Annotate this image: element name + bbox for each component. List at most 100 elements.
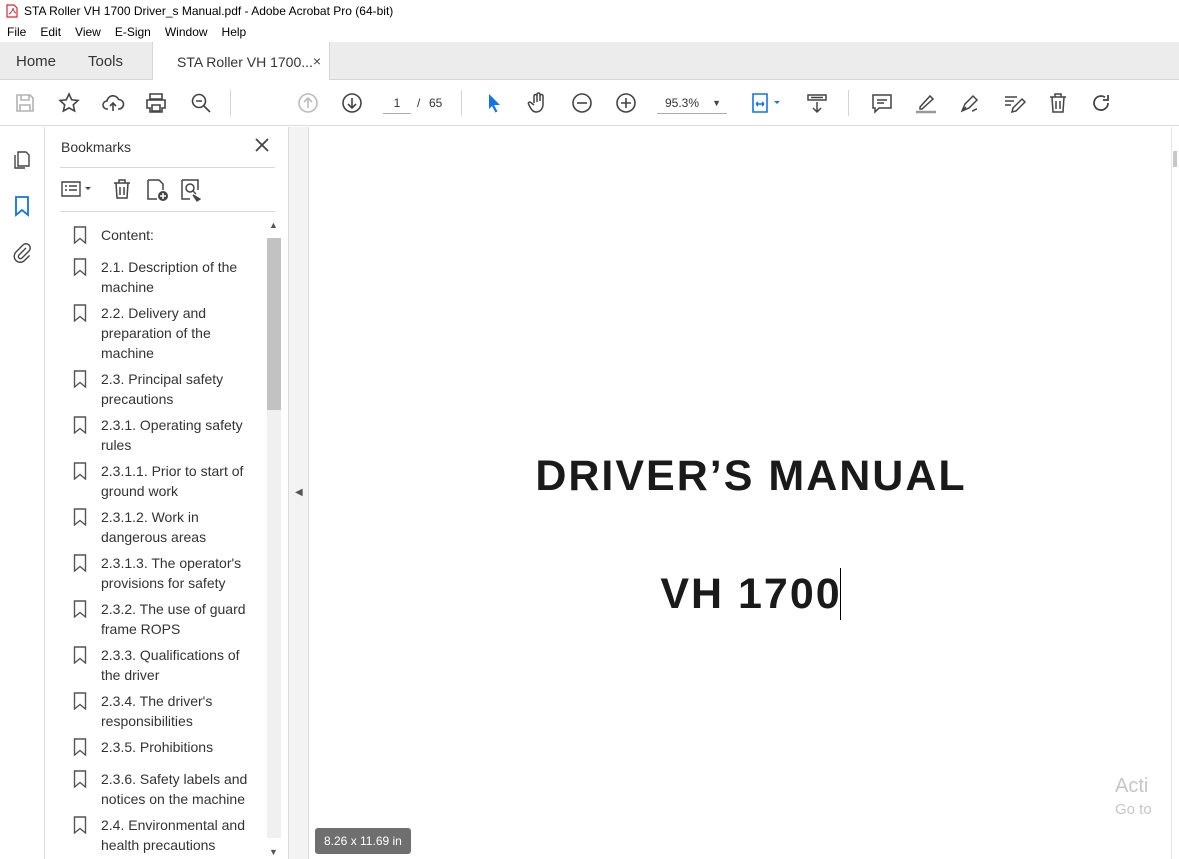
bookmark-item[interactable]: 2.3.6. Safety labels and notices on the … [73,769,263,809]
bookmark-icon [73,692,87,710]
bookmark-item[interactable]: 2.3. Principal safety precautions [73,369,263,409]
scroll-mode-icon[interactable] [805,91,829,115]
zoom-select[interactable]: 95.3% ▼ [657,92,727,114]
page-thumbnails-icon[interactable] [11,149,33,171]
toolbar-separator [461,90,462,116]
bookmark-item[interactable]: 2.3.3. Qualifications of the driver [73,645,263,685]
bookmark-panel-icon[interactable] [11,195,33,217]
edit-text-icon[interactable] [1002,91,1026,115]
zoom-search-icon[interactable] [189,91,213,115]
left-rail [0,127,45,859]
menu-edit[interactable]: Edit [40,25,61,39]
select-cursor-icon[interactable] [482,91,506,115]
zoom-in-icon[interactable] [614,91,638,115]
tab-document-label: STA Roller VH 1700... [177,54,313,70]
menu-help[interactable]: Help [222,25,247,39]
bookmark-icon [73,508,87,526]
bookmark-label: 2.3. Principal safety precautions [101,371,224,407]
page-total: 65 [429,96,443,110]
hand-tool-icon[interactable] [526,91,550,115]
trash-icon[interactable] [1046,91,1070,115]
bookmark-item[interactable]: 2.3.1.2. Work in dangerous areas [73,507,263,547]
document-title: DRIVER’S MANUAL [535,452,967,500]
close-panel-icon[interactable] [253,136,271,154]
menu-esign[interactable]: E-Sign [115,25,151,39]
bookmark-label: 2.3.1.3. The operator's provisions for s… [101,555,242,591]
bookmark-label: 2.3.1.1. Prior to start of ground work [101,463,244,499]
scroll-down-icon[interactable]: ▼ [269,847,278,857]
pdf-file-icon [6,4,18,18]
panel-collapse-handle[interactable]: ◀ [289,127,309,859]
bookmark-icon [73,226,87,244]
bookmarks-title: Bookmarks [61,139,132,155]
upload-cloud-icon[interactable] [101,91,125,115]
bookmark-label: 2.3.2. The use of guard frame ROPS [101,601,246,637]
bookmark-icon [73,304,87,322]
menu-view[interactable]: View [75,25,101,39]
page-fit-icon[interactable] [750,91,784,115]
bookmark-label: 2.3.4. The driver's responsibilities [101,693,213,729]
document-view[interactable]: DRIVER’S MANUAL VH 1700 8.26 x 11.69 in … [309,127,1179,859]
star-icon[interactable] [57,91,81,115]
zoom-value: 95.3% [665,96,700,110]
bookmark-item[interactable]: 2.4. Environmental and health precaution… [73,815,263,855]
menu-file[interactable]: File [7,25,26,39]
watermark-text: Go to [1115,801,1152,818]
bookmarks-panel: Bookmarks Content: 2.1. Description of t… [45,127,289,859]
bookmark-icon [73,816,87,834]
document-scrollbar[interactable] [1171,127,1177,859]
tab-tools[interactable]: Tools [88,53,123,70]
bookmark-label: 2.3.5. Prohibitions [101,739,214,755]
bookmark-icon [73,554,87,572]
find-bookmark-icon[interactable] [178,177,204,203]
bookmark-icon [73,462,87,480]
draw-pen-icon[interactable] [958,91,982,115]
redo-icon[interactable] [1090,91,1114,115]
bookmark-item[interactable]: 2.1. Description of the machine [73,257,263,297]
bookmark-item[interactable]: Content: [73,225,263,245]
collapse-arrow-icon: ◀ [295,487,303,498]
delete-bookmark-icon[interactable] [110,177,134,201]
previous-page-icon[interactable] [296,91,320,115]
zoom-out-icon[interactable] [570,91,594,115]
bookmark-icon [73,416,87,434]
menu-window[interactable]: Window [165,25,208,39]
bookmark-item[interactable]: 2.3.1.1. Prior to start of ground work [73,461,263,501]
scroll-thumb[interactable] [267,238,281,410]
tab-home[interactable]: Home [16,53,56,70]
toolbar-separator [230,90,231,116]
scroll-thumb[interactable] [1173,151,1177,167]
print-icon[interactable] [144,91,168,115]
tab-document[interactable]: STA Roller VH 1700... × [152,42,330,81]
bookmark-tools [60,175,275,205]
highlight-pen-icon[interactable] [914,91,938,115]
bookmark-icon [73,738,87,756]
bookmark-icon [73,646,87,664]
bookmark-label: Content: [101,227,154,243]
window-title: STA Roller VH 1700 Driver_s Manual.pdf -… [24,4,394,18]
chevron-down-icon: ▼ [712,98,721,108]
toolbar: 1 / 65 95.3% ▼ [0,80,1179,126]
save-icon[interactable] [13,91,37,115]
bookmark-item[interactable]: 2.3.5. Prohibitions [73,737,263,757]
new-bookmark-icon[interactable] [144,177,170,203]
close-tab-icon[interactable]: × [313,53,321,69]
bookmark-options-icon[interactable] [60,177,96,201]
scroll-up-icon[interactable]: ▲ [269,220,278,230]
bookmark-item[interactable]: 2.2. Delivery and preparation of the mac… [73,303,263,363]
title-bar: STA Roller VH 1700 Driver_s Manual.pdf -… [0,0,1179,22]
bookmark-label: 2.1. Description of the machine [101,259,238,295]
bookmarks-scrollbar[interactable]: ▲ ▼ [267,220,281,857]
page-number-input[interactable]: 1 [383,92,411,114]
bookmark-item[interactable]: 2.3.1.3. The operator's provisions for s… [73,553,263,593]
bookmark-item[interactable]: 2.3.1. Operating safety rules [73,415,263,455]
bookmark-item[interactable]: 2.3.2. The use of guard frame ROPS [73,599,263,639]
bookmark-label: 2.3.6. Safety labels and notices on the … [101,771,248,807]
attachment-paperclip-icon[interactable] [11,241,33,263]
tab-bar: Home Tools STA Roller VH 1700... × [0,42,1179,81]
bookmark-item[interactable]: 2.3.4. The driver's responsibilities [73,691,263,731]
comment-icon[interactable] [870,91,894,115]
menu-bar: File Edit View E-Sign Window Help [0,22,1179,42]
document-subtitle: VH 1700 [660,570,842,618]
next-page-icon[interactable] [340,91,364,115]
